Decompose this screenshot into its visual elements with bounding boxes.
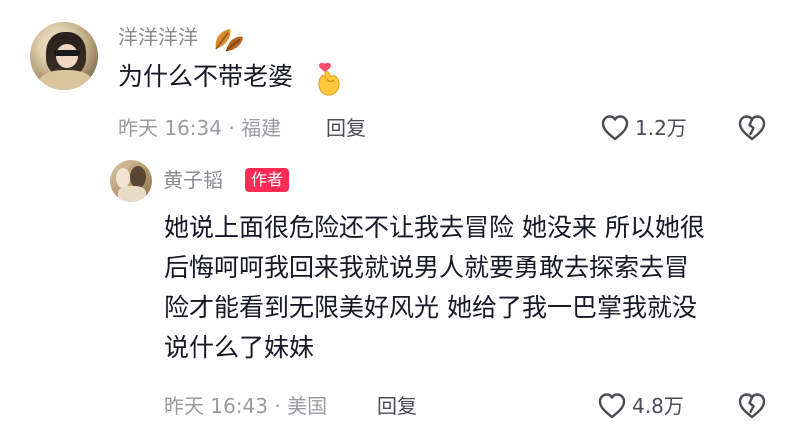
- reply-text-line: 说什么了妹妹: [164, 333, 315, 362]
- finger-heart-icon: [318, 62, 340, 96]
- reply-time-location: 昨天 16:43 · 美国: [164, 394, 328, 418]
- reply-like-heart-icon[interactable]: [597, 391, 627, 421]
- commenter-username[interactable]: 洋洋洋洋: [118, 25, 198, 49]
- reply-button[interactable]: 回复: [326, 115, 366, 141]
- fallen-leaf-icon: [215, 29, 243, 52]
- reply-like-count: 4.8万: [632, 394, 684, 418]
- reply-dislike-broken-heart-icon[interactable]: [737, 391, 767, 421]
- like-count: 1.2万: [635, 116, 687, 140]
- commenter-avatar[interactable]: [30, 22, 98, 90]
- reply-text-line: 险才能看到无限美好风光 她给了我一巴掌我就没: [164, 293, 697, 322]
- author-badge: 作者: [245, 168, 290, 192]
- reply-text-line: 她说上面很危险还不让我去冒险 她没来 所以她很: [164, 213, 705, 242]
- author-username[interactable]: 黄子韬: [163, 168, 223, 192]
- comment-text: 为什么不带老婆: [118, 62, 294, 91]
- reply-reply-button[interactable]: 回复: [377, 393, 417, 419]
- like-heart-icon[interactable]: [600, 113, 630, 143]
- reply-text-line: 后悔呵呵我回来我就说男人就要勇敢去探索去冒: [164, 253, 690, 282]
- dislike-broken-heart-icon[interactable]: [737, 113, 767, 143]
- reply-text: 她说上面很危险还不让我去冒险 她没来 所以她很 后悔呵呵我回来我就说男人就要勇敢…: [164, 208, 784, 368]
- comment-time-location: 昨天 16:34 · 福建: [118, 116, 282, 140]
- author-avatar[interactable]: [110, 160, 152, 202]
